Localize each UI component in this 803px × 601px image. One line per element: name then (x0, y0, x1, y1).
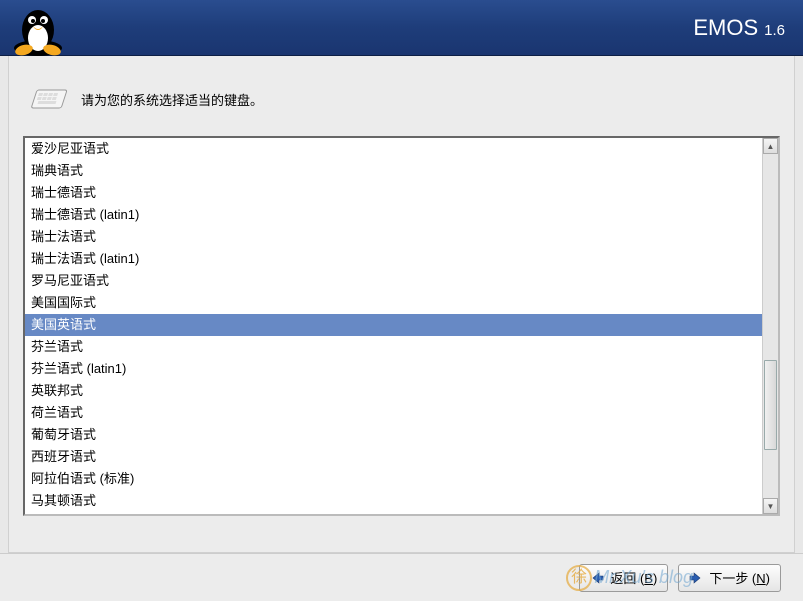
instruction-row: 请为您的系统选择适当的键盘。 (27, 84, 780, 114)
list-item[interactable]: 美国英语式 (25, 314, 762, 336)
brand-version: 1.6 (764, 22, 785, 39)
list-item[interactable]: 瑞士德语式 (25, 182, 762, 204)
brand-label: EMOS 1.6 (693, 15, 785, 41)
tux-logo (8, 0, 68, 56)
back-button-label: 返回 (B) (610, 568, 657, 587)
next-button-label: 下一步 (N) (709, 568, 770, 587)
scroll-track[interactable] (763, 154, 778, 498)
list-item[interactable]: 爱沙尼亚语式 (25, 138, 762, 160)
scrollbar[interactable]: ▲ ▼ (762, 138, 778, 514)
list-item[interactable]: 瑞典语式 (25, 160, 762, 182)
keyboard-icon (27, 84, 67, 114)
list-item[interactable]: 瑞士法语式 (latin1) (25, 248, 762, 270)
list-item[interactable]: 瑞士法语式 (25, 226, 762, 248)
list-item[interactable]: 美国国际式 (25, 292, 762, 314)
brand-name: EMOS (693, 15, 758, 41)
list-item[interactable]: 荷兰语式 (25, 402, 762, 424)
arrow-right-icon (689, 571, 703, 585)
scroll-down-button[interactable]: ▼ (763, 498, 778, 514)
list-item[interactable]: 英联邦式 (25, 380, 762, 402)
scroll-up-button[interactable]: ▲ (763, 138, 778, 154)
keyboard-list[interactable]: 爱沙尼亚语式瑞典语式瑞士德语式瑞士德语式 (latin1)瑞士法语式瑞士法语式 … (25, 138, 762, 514)
footer-bar: 返回 (B) 下一步 (N) (0, 553, 803, 601)
list-item[interactable]: 罗马尼亚语式 (25, 270, 762, 292)
main-content: 请为您的系统选择适当的键盘。 爱沙尼亚语式瑞典语式瑞士德语式瑞士德语式 (lat… (8, 56, 795, 553)
arrow-left-icon (590, 571, 604, 585)
keyboard-list-frame: 爱沙尼亚语式瑞典语式瑞士德语式瑞士德语式 (latin1)瑞士法语式瑞士法语式 … (23, 136, 780, 516)
next-button[interactable]: 下一步 (N) (678, 564, 781, 592)
list-item[interactable]: 阿拉伯语式 (标准) (25, 468, 762, 490)
list-item[interactable]: 西班牙语式 (25, 446, 762, 468)
list-item[interactable]: 瑞士德语式 (latin1) (25, 204, 762, 226)
installer-header: EMOS 1.6 (0, 0, 803, 56)
list-item[interactable]: 芬兰语式 (25, 336, 762, 358)
scroll-thumb[interactable] (764, 360, 777, 450)
list-item[interactable]: 葡萄牙语式 (25, 424, 762, 446)
list-item[interactable]: 马其顿语式 (25, 490, 762, 512)
list-item[interactable]: 芬兰语式 (latin1) (25, 358, 762, 380)
instruction-text: 请为您的系统选择适当的键盘。 (81, 90, 263, 109)
back-button[interactable]: 返回 (B) (579, 564, 668, 592)
